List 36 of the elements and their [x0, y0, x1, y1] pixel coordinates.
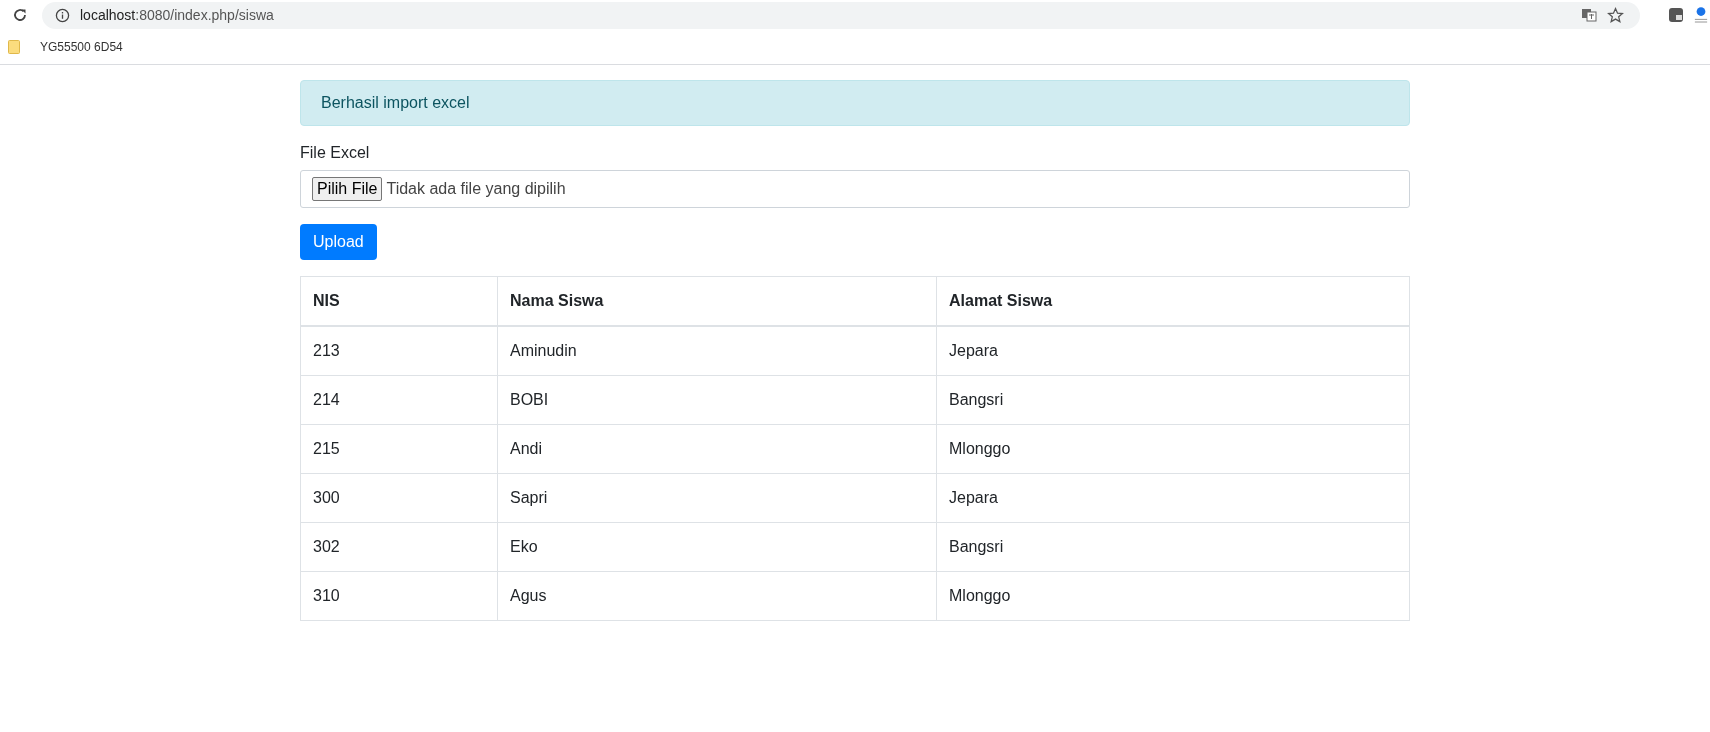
translate-icon[interactable] — [1581, 7, 1597, 23]
info-icon[interactable] — [55, 7, 70, 23]
choose-file-button[interactable]: Pilih File — [312, 177, 383, 201]
table-cell: Sapri — [497, 473, 937, 523]
reload-icon[interactable] — [12, 7, 28, 23]
table-cell: 213 — [300, 326, 498, 376]
table-cell: Bangsri — [936, 522, 1410, 572]
table-cell: BOBI — [497, 375, 937, 425]
table-cell: Andi — [497, 424, 937, 474]
table-cell: Agus — [497, 571, 937, 621]
table-cell: 215 — [300, 424, 498, 474]
extension-icon[interactable] — [1694, 6, 1708, 24]
table-cell: 310 — [300, 571, 498, 621]
table-cell: Mlonggo — [936, 571, 1410, 621]
address-bar[interactable]: localhost:8080/index.php/siswa — [42, 1, 1640, 29]
field-label: File Excel — [300, 144, 371, 162]
table-cell: 214 — [300, 375, 498, 425]
table-cell: Eko — [497, 522, 937, 572]
bookmark-link[interactable]: YG55500 6D54 — [40, 40, 123, 54]
star-icon[interactable] — [1607, 6, 1624, 24]
column-header: Nama Siswa — [497, 276, 937, 326]
file-input[interactable]: Pilih File Tidak ada file yang dipilih — [300, 170, 1410, 208]
table-cell: 300 — [300, 473, 498, 523]
extension-icon[interactable] — [1668, 7, 1684, 23]
table-cell: Aminudin — [497, 326, 937, 376]
table-cell: Jepara — [936, 473, 1410, 523]
success-alert: Berhasil import excel — [300, 80, 1410, 126]
upload-button[interactable]: Upload — [300, 224, 377, 260]
column-header: NIS — [300, 276, 498, 326]
table-cell: Mlonggo — [936, 424, 1410, 474]
url-text: localhost:8080/index.php/siswa — [80, 7, 274, 23]
table-cell: Jepara — [936, 326, 1410, 376]
table-cell: 302 — [300, 522, 498, 572]
file-status: Tidak ada file yang dipilih — [386, 180, 566, 198]
column-header: Alamat Siswa — [936, 276, 1410, 326]
table-cell: Bangsri — [936, 375, 1410, 425]
